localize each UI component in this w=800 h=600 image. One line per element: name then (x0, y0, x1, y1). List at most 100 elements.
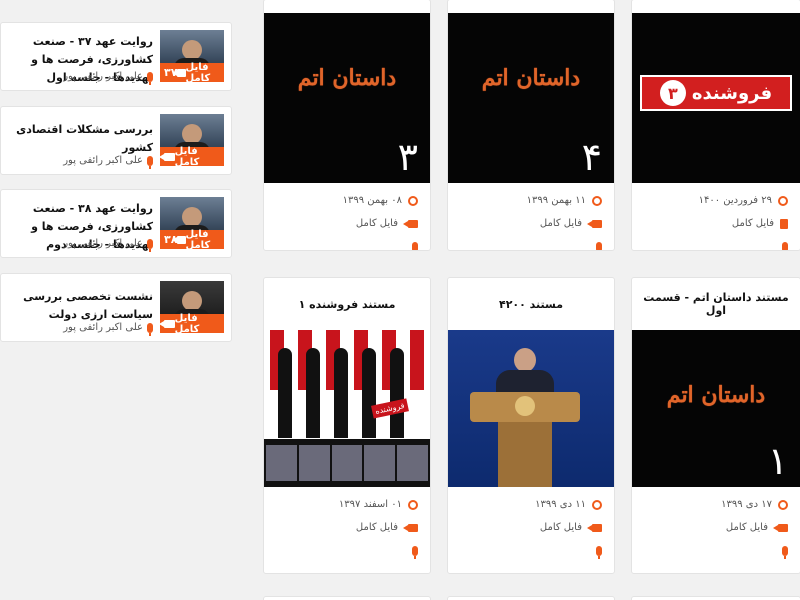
audio-row[interactable] (460, 539, 602, 562)
sidebar-item-2[interactable]: فایل کامل بررسی مشکلات اقتصادی کشور علی … (0, 106, 232, 175)
documentary-thumbnail[interactable]: فروشنده (264, 330, 430, 487)
video-thumbnail[interactable]: فایل کامل (160, 114, 224, 166)
documentary-card-4200[interactable]: مستند ۴۲۰۰ ۱۱ دی ۱۳۹۹ فایل کامل (447, 277, 615, 574)
full-file-badge: ۳۸ فایل کامل (160, 228, 224, 250)
microphone-icon (147, 71, 153, 85)
video-thumbnail[interactable]: فایل کامل (160, 281, 224, 333)
documentary-card-dastan-atom-1[interactable]: مستند داستان اتم - قسمت اول داستان اتم ۱… (631, 277, 800, 574)
video-camera-icon (160, 152, 175, 161)
video-file-label[interactable]: فایل کامل (356, 522, 398, 533)
sidebar-item-1[interactable]: ۳۷ فایل کامل روایت عهد ۳۷ - صنعت کشاورزی… (0, 22, 232, 91)
video-file-label[interactable]: فایل کامل (726, 522, 768, 533)
audio-row[interactable] (644, 235, 788, 250)
date-row: ۲۹ فروردین ۱۴۰۰ (644, 189, 788, 212)
audio-row[interactable] (276, 235, 418, 250)
documentary-thumbnail[interactable]: داستان اتم ۱ (632, 330, 800, 487)
episode-thumbnail[interactable]: داستان اتم ۳ (264, 13, 430, 183)
badge-label: فایل کامل (185, 228, 211, 250)
date-row: ۱۱ دی ۱۳۹۹ (460, 493, 602, 516)
speaker-head (182, 291, 202, 311)
card-title[interactable]: مستند ۴۲۰۰ (448, 278, 614, 330)
video-file-row[interactable]: فایل کامل (460, 212, 602, 235)
publish-date: ۱۷ دی ۱۳۹۹ (721, 499, 772, 510)
episode-thumbnail[interactable]: فروشنده ۳ (632, 13, 800, 183)
document-file-row[interactable]: فایل کامل (644, 212, 788, 235)
video-camera-icon (587, 219, 602, 228)
partial-card[interactable] (263, 596, 431, 600)
sidebar-item-author: علی اکبر رائفی پور (63, 238, 153, 252)
video-camera-icon (773, 523, 788, 532)
card-title[interactable]: مستند داستان اتم - قسمت اول (632, 278, 800, 330)
episode-card-3[interactable]: داستان اتم ۳ ۰۸ بهمن ۱۳۹۹ فایل کامل (263, 0, 431, 251)
partial-card[interactable] (631, 596, 800, 600)
video-file-label[interactable]: فایل کامل (356, 218, 398, 229)
video-thumbnail[interactable]: ۳۸ فایل کامل (160, 197, 224, 249)
badge-label: فایل کامل (174, 145, 200, 167)
microphone-icon[interactable] (596, 241, 602, 250)
clock-icon (408, 499, 418, 510)
date-row: ۰۸ بهمن ۱۳۹۹ (276, 189, 418, 212)
video-file-label[interactable]: فایل کامل (540, 218, 582, 229)
documentary-card-foroshande-1[interactable]: مستند فروشنده ۱ فروشنده ۰۱ اسفند ۱۳۹۷ فا… (263, 277, 431, 574)
document-file-label[interactable]: فایل کامل (732, 218, 774, 229)
partial-card[interactable] (447, 596, 615, 600)
sidebar-item-title[interactable]: نشست تخصصی بررسی سیاست ارزی دولت (5, 288, 153, 324)
author-name: علی اکبر رائفی پور (63, 238, 143, 249)
art-title: داستان اتم (297, 65, 397, 91)
microphone-icon[interactable] (596, 545, 602, 559)
microphone-icon[interactable] (412, 241, 418, 250)
microphone-icon[interactable] (782, 545, 788, 559)
episode-number: ۱ (767, 439, 788, 483)
card-meta: ۱۱ بهمن ۱۳۹۹ فایل کامل (448, 183, 614, 250)
clock-icon (778, 499, 788, 510)
video-file-row[interactable]: فایل کامل (276, 516, 418, 539)
video-file-row[interactable]: فایل کامل (460, 516, 602, 539)
badge-label: فایل کامل (174, 312, 200, 334)
microphone-icon (147, 155, 153, 169)
microphone-icon[interactable] (782, 241, 788, 250)
video-file-label[interactable]: فایل کامل (540, 522, 582, 533)
episode-number: ۳ (397, 135, 418, 179)
clock-icon (592, 195, 602, 206)
foroshande-card-3[interactable]: فروشنده ۳ ۲۹ فروردین ۱۴۰۰ فایل کامل (631, 0, 800, 251)
audio-row[interactable] (276, 539, 418, 562)
audio-row[interactable] (644, 539, 788, 562)
video-file-row[interactable]: فایل کامل (276, 212, 418, 235)
microphone-icon (147, 322, 153, 336)
clock-icon (592, 499, 602, 510)
author-name: علی اکبر رائفی پور (63, 322, 143, 333)
publish-date: ۰۱ اسفند ۱۳۹۷ (338, 499, 402, 510)
episode-thumbnail[interactable]: داستان اتم ۴ (448, 13, 614, 183)
card-meta: ۰۱ اسفند ۱۳۹۷ فایل کامل (264, 487, 430, 568)
sidebar-item-author: علی اکبر رائفی پور (63, 322, 153, 336)
card-title[interactable]: مستند فروشنده ۱ (264, 278, 430, 330)
publish-date: ۲۹ فروردین ۱۴۰۰ (698, 195, 772, 206)
microphone-icon[interactable] (412, 545, 418, 559)
speaker-head (182, 124, 202, 144)
clock-icon (778, 195, 788, 206)
speaker-head (182, 40, 202, 60)
publish-date: ۱۱ دی ۱۳۹۹ (535, 499, 586, 510)
speaker-art (448, 330, 614, 487)
sidebar-item-4[interactable]: فایل کامل نشست تخصصی بررسی سیاست ارزی دو… (0, 273, 232, 342)
sidebar-item-title[interactable]: بررسی مشکلات اقتصادی کشور (5, 121, 153, 157)
date-row: ۰۱ اسفند ۱۳۹۷ (276, 493, 418, 516)
author-name: علی اکبر رائفی پور (63, 71, 143, 82)
art-title: داستان اتم (666, 382, 766, 408)
video-thumbnail[interactable]: ۳۷ فایل کامل (160, 30, 224, 82)
sidebar-item-author: علی اکبر رائفی پور (63, 155, 153, 169)
documentary-art: فروشنده (264, 330, 430, 487)
sidebar-item-author: علی اکبر رائفی پور (63, 71, 153, 85)
audio-row[interactable] (460, 235, 602, 250)
episode-card-4[interactable]: داستان اتم ۴ ۱۱ بهمن ۱۳۹۹ فایل کامل (447, 0, 615, 251)
foroshande-banner: فروشنده ۳ (640, 75, 792, 111)
episode-number: ۴ (581, 135, 602, 179)
video-file-row[interactable]: فایل کامل (644, 516, 788, 539)
date-row: ۱۱ بهمن ۱۳۹۹ (460, 189, 602, 212)
card-meta: ۰۸ بهمن ۱۳۹۹ فایل کامل (264, 183, 430, 250)
documentary-thumbnail[interactable] (448, 330, 614, 487)
card-meta: ۲۹ فروردین ۱۴۰۰ فایل کامل (632, 183, 800, 250)
banner-number: ۳ (659, 80, 686, 106)
sidebar-item-3[interactable]: ۳۸ فایل کامل روایت عهد ۳۸ - صنعت کشاورزی… (0, 189, 232, 258)
video-camera-icon (172, 235, 186, 244)
